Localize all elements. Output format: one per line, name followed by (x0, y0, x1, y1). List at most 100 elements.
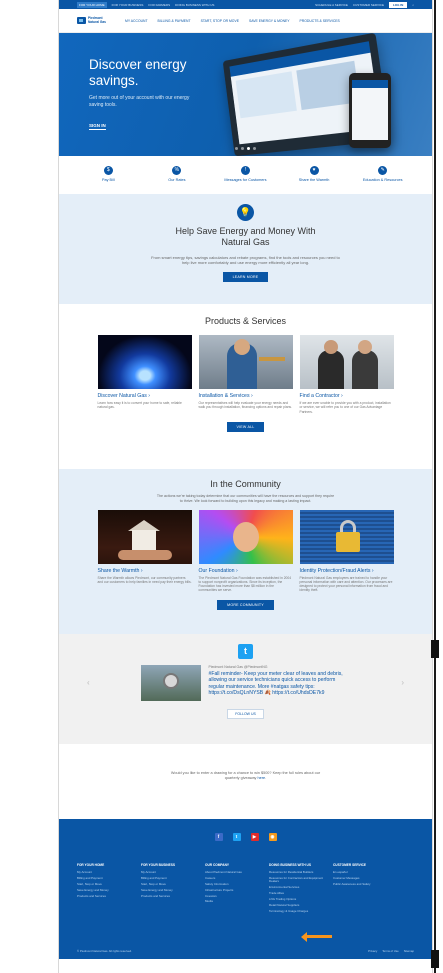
twitter-icon[interactable]: t (232, 833, 241, 841)
more-community-button[interactable]: MORE COMMUNITY (217, 599, 274, 610)
product-card-title[interactable]: Find a Contractor › (300, 393, 394, 399)
quick-link-messages[interactable]: ! Messages for Customers (215, 166, 275, 194)
footer-link[interactable]: Resources for Residential Builders (269, 870, 323, 874)
footer-link[interactable]: Billing and Payment (141, 876, 195, 880)
sweepstakes-text: Would you like to enter a drawing for a … (170, 771, 321, 780)
carousel-dot[interactable] (235, 147, 238, 150)
facebook-icon[interactable]: f (214, 833, 223, 841)
sweepstakes-here-link[interactable]: here (258, 776, 266, 780)
util-link-doing-business[interactable]: DOING BUSINESS WITH US (175, 3, 214, 7)
privacy-link[interactable]: Privacy (368, 949, 377, 953)
hero-title: Discover energy savings. (89, 57, 187, 88)
footer-link[interactable]: Products and Services (77, 894, 131, 898)
login-button[interactable]: LOG IN (388, 1, 408, 8)
product-card: Discover Natural Gas › Learn how easy it… (97, 335, 192, 414)
follow-us-button[interactable]: FOLLOW US (227, 709, 264, 719)
quick-link-pay-bill[interactable]: $ Pay Bill (78, 166, 138, 194)
painted-hands-image[interactable] (198, 509, 293, 564)
footer-link[interactable]: Resources for Contractors and Equipment … (269, 876, 323, 883)
annotation-arrow (301, 931, 332, 942)
contractors-image[interactable] (299, 335, 394, 389)
carousel-dot[interactable] (253, 147, 256, 150)
footer-link[interactable]: Save Energy and Money (77, 888, 131, 892)
nav-my-account[interactable]: MY ACCOUNT (125, 19, 148, 23)
nav-save-energy[interactable]: SAVE ENERGY & MONEY (249, 19, 290, 23)
twitter-section: t ‹ › Piedmont Natural Gas @PiedmontNG #… (59, 634, 432, 744)
community-card-body: Piedmont Natural Gas employees are train… (299, 575, 393, 593)
nav-billing-payment[interactable]: BILLING & PAYMENT (158, 19, 191, 23)
house-in-hands-image[interactable] (97, 509, 192, 564)
footer-link[interactable]: Infrastructure Projects (205, 888, 259, 892)
footer-link[interactable]: Media (205, 900, 259, 903)
community-card-title[interactable]: Share the Warmth › (98, 568, 192, 574)
technician-image[interactable] (198, 335, 293, 389)
footer-heading: FOR YOUR BUSINESS (141, 863, 175, 867)
footer-link[interactable]: LNG Trading Options (269, 897, 323, 901)
footer-link[interactable]: Save Energy and Money (141, 888, 195, 892)
tweet-text[interactable]: #Fall reminder- Keep your meter clear of… (209, 671, 351, 697)
community-card-title[interactable]: Identity Protection/Fraud Alerts › (300, 568, 394, 574)
padlock-image[interactable] (299, 509, 394, 564)
product-card-title[interactable]: Discover Natural Gas › (98, 393, 192, 399)
community-card-title[interactable]: Our Foundation › (199, 568, 293, 574)
footer-link[interactable]: Environmental Services (269, 885, 323, 889)
footer-link[interactable]: My Account (77, 870, 131, 874)
util-link-schedule-service[interactable]: SCHEDULE A SERVICE (315, 3, 348, 7)
gas-meter-image[interactable] (140, 665, 201, 701)
carousel-dot[interactable] (241, 147, 244, 150)
footer-link[interactable]: Careers (205, 876, 259, 880)
sitemap-link[interactable]: Sitemap (404, 949, 414, 953)
quick-link-rates[interactable]: % Our Rates (147, 166, 207, 194)
community-card: Our Foundation › The Piedmont Natural Ga… (198, 509, 293, 593)
footer-link[interactable]: Products and Services (141, 894, 195, 898)
footer-link[interactable]: Trade Allies (269, 891, 323, 895)
search-icon[interactable]: ⌕ (412, 3, 414, 7)
footer-link-terminology[interactable]: Terminology & Usage Charges (269, 909, 323, 913)
footer-link[interactable]: About Piedmont Natural Gas (205, 870, 259, 874)
footer-link[interactable]: Start, Stop or Move (141, 882, 195, 886)
carousel-dot-active[interactable] (247, 147, 250, 150)
footer-heading: OUR COMPANY (205, 863, 230, 867)
footer-link[interactable]: Start, Stop or Move (77, 882, 131, 886)
rss-icon[interactable]: ◉ (268, 833, 277, 841)
lightbulb-icon: 💡 (237, 204, 254, 221)
scrollbar-thumb[interactable] (431, 950, 439, 968)
footer-link[interactable]: En español (333, 870, 387, 874)
nav-start-stop-move[interactable]: START, STOP OR MOVE (201, 19, 239, 23)
footer-link[interactable]: Investors (205, 894, 259, 898)
gas-flame-image[interactable] (97, 335, 192, 389)
util-link-farmers[interactable]: FOR FARMERS (148, 3, 170, 7)
scrollbar-track[interactable] (434, 0, 436, 973)
phone-image (349, 73, 391, 148)
product-card: Installation & Services › Our representa… (198, 335, 293, 414)
youtube-icon[interactable]: ▶ (250, 833, 259, 841)
footer-link[interactable]: Safety Information (205, 882, 259, 886)
company-logo[interactable]: Piedmont Natural Gas (77, 16, 115, 24)
util-link-customer-service[interactable]: CUSTOMER SERVICE (353, 3, 384, 7)
footer-link[interactable]: Retail Natural Suppliers (269, 903, 323, 907)
community-intro: The actions we're taking today determine… (156, 494, 335, 503)
view-all-button[interactable]: VIEW ALL (226, 421, 265, 432)
hero-signin-link[interactable]: SIGN IN (89, 123, 106, 130)
carousel-prev-arrow[interactable]: ‹ (87, 678, 90, 687)
learn-more-button[interactable]: LEARN MORE (222, 272, 269, 283)
footer-link[interactable]: Customer Messages (333, 876, 387, 880)
footer-column-customer-service: CUSTOMER SERVICE En español Customer Mes… (333, 863, 387, 915)
carousel-next-arrow[interactable]: › (401, 678, 404, 687)
terms-link[interactable]: Terms of Use (382, 949, 398, 953)
footer-link[interactable]: Billing and Payment (77, 876, 131, 880)
quick-link-education[interactable]: ✎ Education & Resources (353, 166, 413, 194)
quick-link-label: Share the Warmth (298, 178, 330, 182)
footer-link[interactable]: Public Awareness and Safety (333, 882, 387, 886)
footer-link[interactable]: My Account (141, 870, 195, 874)
pencil-icon: ✎ (378, 166, 388, 175)
save-energy-title: Help Save Energy and Money With Natural … (175, 226, 316, 247)
util-link-business[interactable]: FOR YOUR BUSINESS (112, 3, 144, 7)
community-card-body: The Piedmont Natural Gas Foundation was … (198, 575, 292, 593)
product-card-title[interactable]: Installation & Services › (199, 393, 293, 399)
tweet-author[interactable]: Piedmont Natural Gas @PiedmontNG (209, 665, 351, 669)
quick-link-share-warmth[interactable]: ♥ Share the Warmth (284, 166, 344, 194)
util-link-home[interactable]: FOR YOUR HOME (77, 1, 107, 8)
nav-products-services[interactable]: PRODUCTS & SERVICES (300, 19, 340, 23)
alert-icon: ! (240, 166, 250, 175)
